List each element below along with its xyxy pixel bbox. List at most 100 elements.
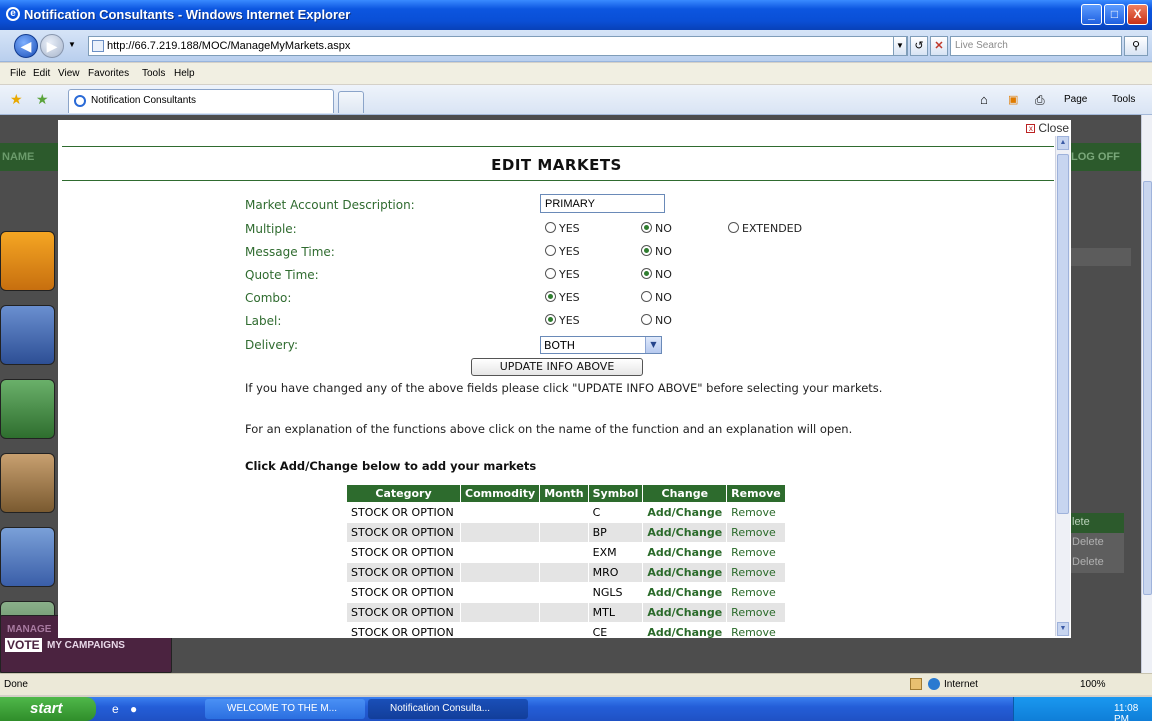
back-button[interactable]: ◀ (14, 34, 38, 58)
info-text-explanation: For an explanation of the functions abov… (245, 422, 853, 436)
page-scrollbar[interactable] (1141, 115, 1152, 673)
menu-edit[interactable]: Edit (33, 68, 50, 79)
recent-pages-dropdown-icon[interactable]: ▼ (68, 40, 76, 49)
quote-time-no-radio[interactable]: NO (641, 268, 672, 281)
bg-logoff[interactable]: LOG OFF (1070, 143, 1141, 171)
cell-symbol: MTL (587, 602, 644, 623)
task-welcome[interactable]: WELCOME TO THE M... (205, 699, 365, 719)
add-change-link[interactable]: Add/Change (642, 542, 728, 563)
close-window-button[interactable]: X (1127, 4, 1148, 25)
modal-scrollbar[interactable]: ▲ ▼ (1055, 136, 1070, 636)
stop-icon[interactable]: ✕ (930, 36, 948, 56)
task-notification-consultants[interactable]: Notification Consulta... (368, 699, 528, 719)
remove-link[interactable]: Remove (726, 602, 786, 623)
message-time-label[interactable]: Message Time: (245, 245, 335, 259)
cell-month (539, 622, 589, 638)
delivery-select[interactable]: BOTH ▼ (540, 336, 662, 354)
remove-link[interactable]: Remove (726, 522, 786, 543)
quicklaunch-ie-icon[interactable]: e (112, 702, 119, 716)
bg-delete-2[interactable]: Delete (1070, 533, 1124, 553)
close-label: Close (1038, 121, 1069, 135)
zoom-level[interactable]: 100% (1080, 679, 1106, 690)
chevron-down-icon[interactable]: ▼ (645, 337, 661, 353)
message-time-yes-radio[interactable]: YES (545, 245, 580, 258)
clock[interactable]: 11:08 PM (1114, 703, 1152, 721)
remove-link[interactable]: Remove (726, 622, 786, 638)
maximize-button[interactable]: □ (1104, 4, 1125, 25)
page-menu[interactable]: Page (1064, 94, 1087, 105)
modal-scrollbar-thumb[interactable] (1057, 154, 1069, 514)
address-input[interactable]: http://66.7.219.188/MOC/ManageMyMarkets.… (88, 36, 908, 56)
label-label[interactable]: Label: (245, 314, 281, 328)
add-change-link[interactable]: Add/Change (642, 622, 728, 638)
remove-link[interactable]: Remove (726, 502, 786, 523)
favorites-star-icon[interactable]: ★ (10, 91, 23, 108)
page-scrollbar-thumb[interactable] (1143, 181, 1152, 595)
bg-delete-3[interactable]: Delete (1070, 553, 1124, 573)
tools-menu[interactable]: Tools (1112, 94, 1135, 105)
label-no-radio[interactable]: NO (641, 314, 672, 327)
combo-yes-radio[interactable]: YES (545, 291, 580, 304)
search-icon[interactable]: ⚲ (1124, 36, 1148, 56)
combo-label[interactable]: Combo: (245, 291, 291, 305)
add-change-link[interactable]: Add/Change (642, 562, 728, 583)
cell-symbol: BP (587, 522, 644, 543)
print-icon[interactable]: ⎙ (1035, 93, 1045, 108)
table-row: STOCK OR OPTION NGLS Add/Change Remove (346, 582, 786, 603)
add-favorites-icon[interactable]: ★ (36, 91, 49, 108)
divider (62, 146, 1054, 147)
combo-no-radio[interactable]: NO (641, 291, 672, 304)
add-change-link[interactable]: Add/Change (642, 522, 728, 543)
sidebar-mail-icon[interactable] (0, 231, 55, 291)
cell-month (539, 502, 589, 523)
modal-close-button[interactable]: x Close (1026, 121, 1069, 135)
feeds-icon[interactable]: ▣ (1008, 93, 1018, 106)
multiple-label[interactable]: Multiple: (245, 222, 297, 236)
menu-file[interactable]: File (10, 68, 26, 79)
add-change-link[interactable]: Add/Change (642, 602, 728, 623)
menu-tools[interactable]: Tools (142, 68, 165, 79)
add-change-link[interactable]: Add/Change (642, 502, 728, 523)
quicklaunch-app-icon[interactable]: ● (130, 702, 137, 716)
quote-time-label[interactable]: Quote Time: (245, 268, 319, 282)
remove-link[interactable]: Remove (726, 582, 786, 603)
home-icon[interactable]: ⌂ (980, 92, 988, 107)
cell-symbol: EXM (587, 542, 644, 563)
multiple-extended-radio[interactable]: EXTENDED (728, 222, 802, 235)
label-yes-radio[interactable]: YES (545, 314, 580, 327)
update-info-button[interactable]: UPDATE INFO ABOVE (471, 358, 643, 376)
address-dropdown-icon[interactable]: ▼ (893, 36, 907, 56)
sidebar-contact-icon[interactable] (0, 379, 55, 439)
scroll-up-icon[interactable]: ▲ (1057, 136, 1069, 150)
search-input[interactable]: Live Search (950, 36, 1122, 56)
bg-bar (1071, 248, 1131, 266)
delivery-label[interactable]: Delivery: (245, 338, 298, 352)
desc-label[interactable]: Market Account Description: (245, 198, 415, 212)
add-change-link[interactable]: Add/Change (642, 582, 728, 603)
message-time-no-radio[interactable]: NO (641, 245, 672, 258)
window-titlebar[interactable]: e Notification Consultants - Windows Int… (0, 0, 1152, 30)
multiple-yes-radio[interactable]: YES (545, 222, 580, 235)
new-tab-button[interactable] (338, 91, 364, 113)
menu-favorites[interactable]: Favorites (88, 68, 129, 79)
start-button[interactable]: start (0, 697, 96, 721)
scroll-down-icon[interactable]: ▼ (1057, 622, 1069, 636)
bg-delete-1[interactable]: lete (1070, 513, 1124, 533)
market-description-input[interactable] (540, 194, 665, 213)
menu-view[interactable]: View (58, 68, 80, 79)
table-header-row: Category Commodity Month Symbol Change R… (346, 484, 786, 503)
refresh-icon[interactable]: ↺ (910, 36, 928, 56)
sidebar-person-icon[interactable] (0, 527, 55, 587)
sidebar-user-icon[interactable] (0, 305, 55, 365)
sidebar-money-icon[interactable] (0, 453, 55, 513)
tab-notification-consultants[interactable]: Notification Consultants (68, 89, 334, 113)
remove-link[interactable]: Remove (726, 562, 786, 583)
forward-button[interactable]: ▶ (40, 34, 64, 58)
multiple-no-radio[interactable]: NO (641, 222, 672, 235)
manage-campaigns-label: MY CAMPAIGNS (47, 640, 125, 651)
menu-help[interactable]: Help (174, 68, 195, 79)
quote-time-yes-radio[interactable]: YES (545, 268, 580, 281)
remove-link[interactable]: Remove (726, 542, 786, 563)
bg-logoff-label: LOG OFF (1071, 151, 1120, 163)
minimize-button[interactable]: _ (1081, 4, 1102, 25)
